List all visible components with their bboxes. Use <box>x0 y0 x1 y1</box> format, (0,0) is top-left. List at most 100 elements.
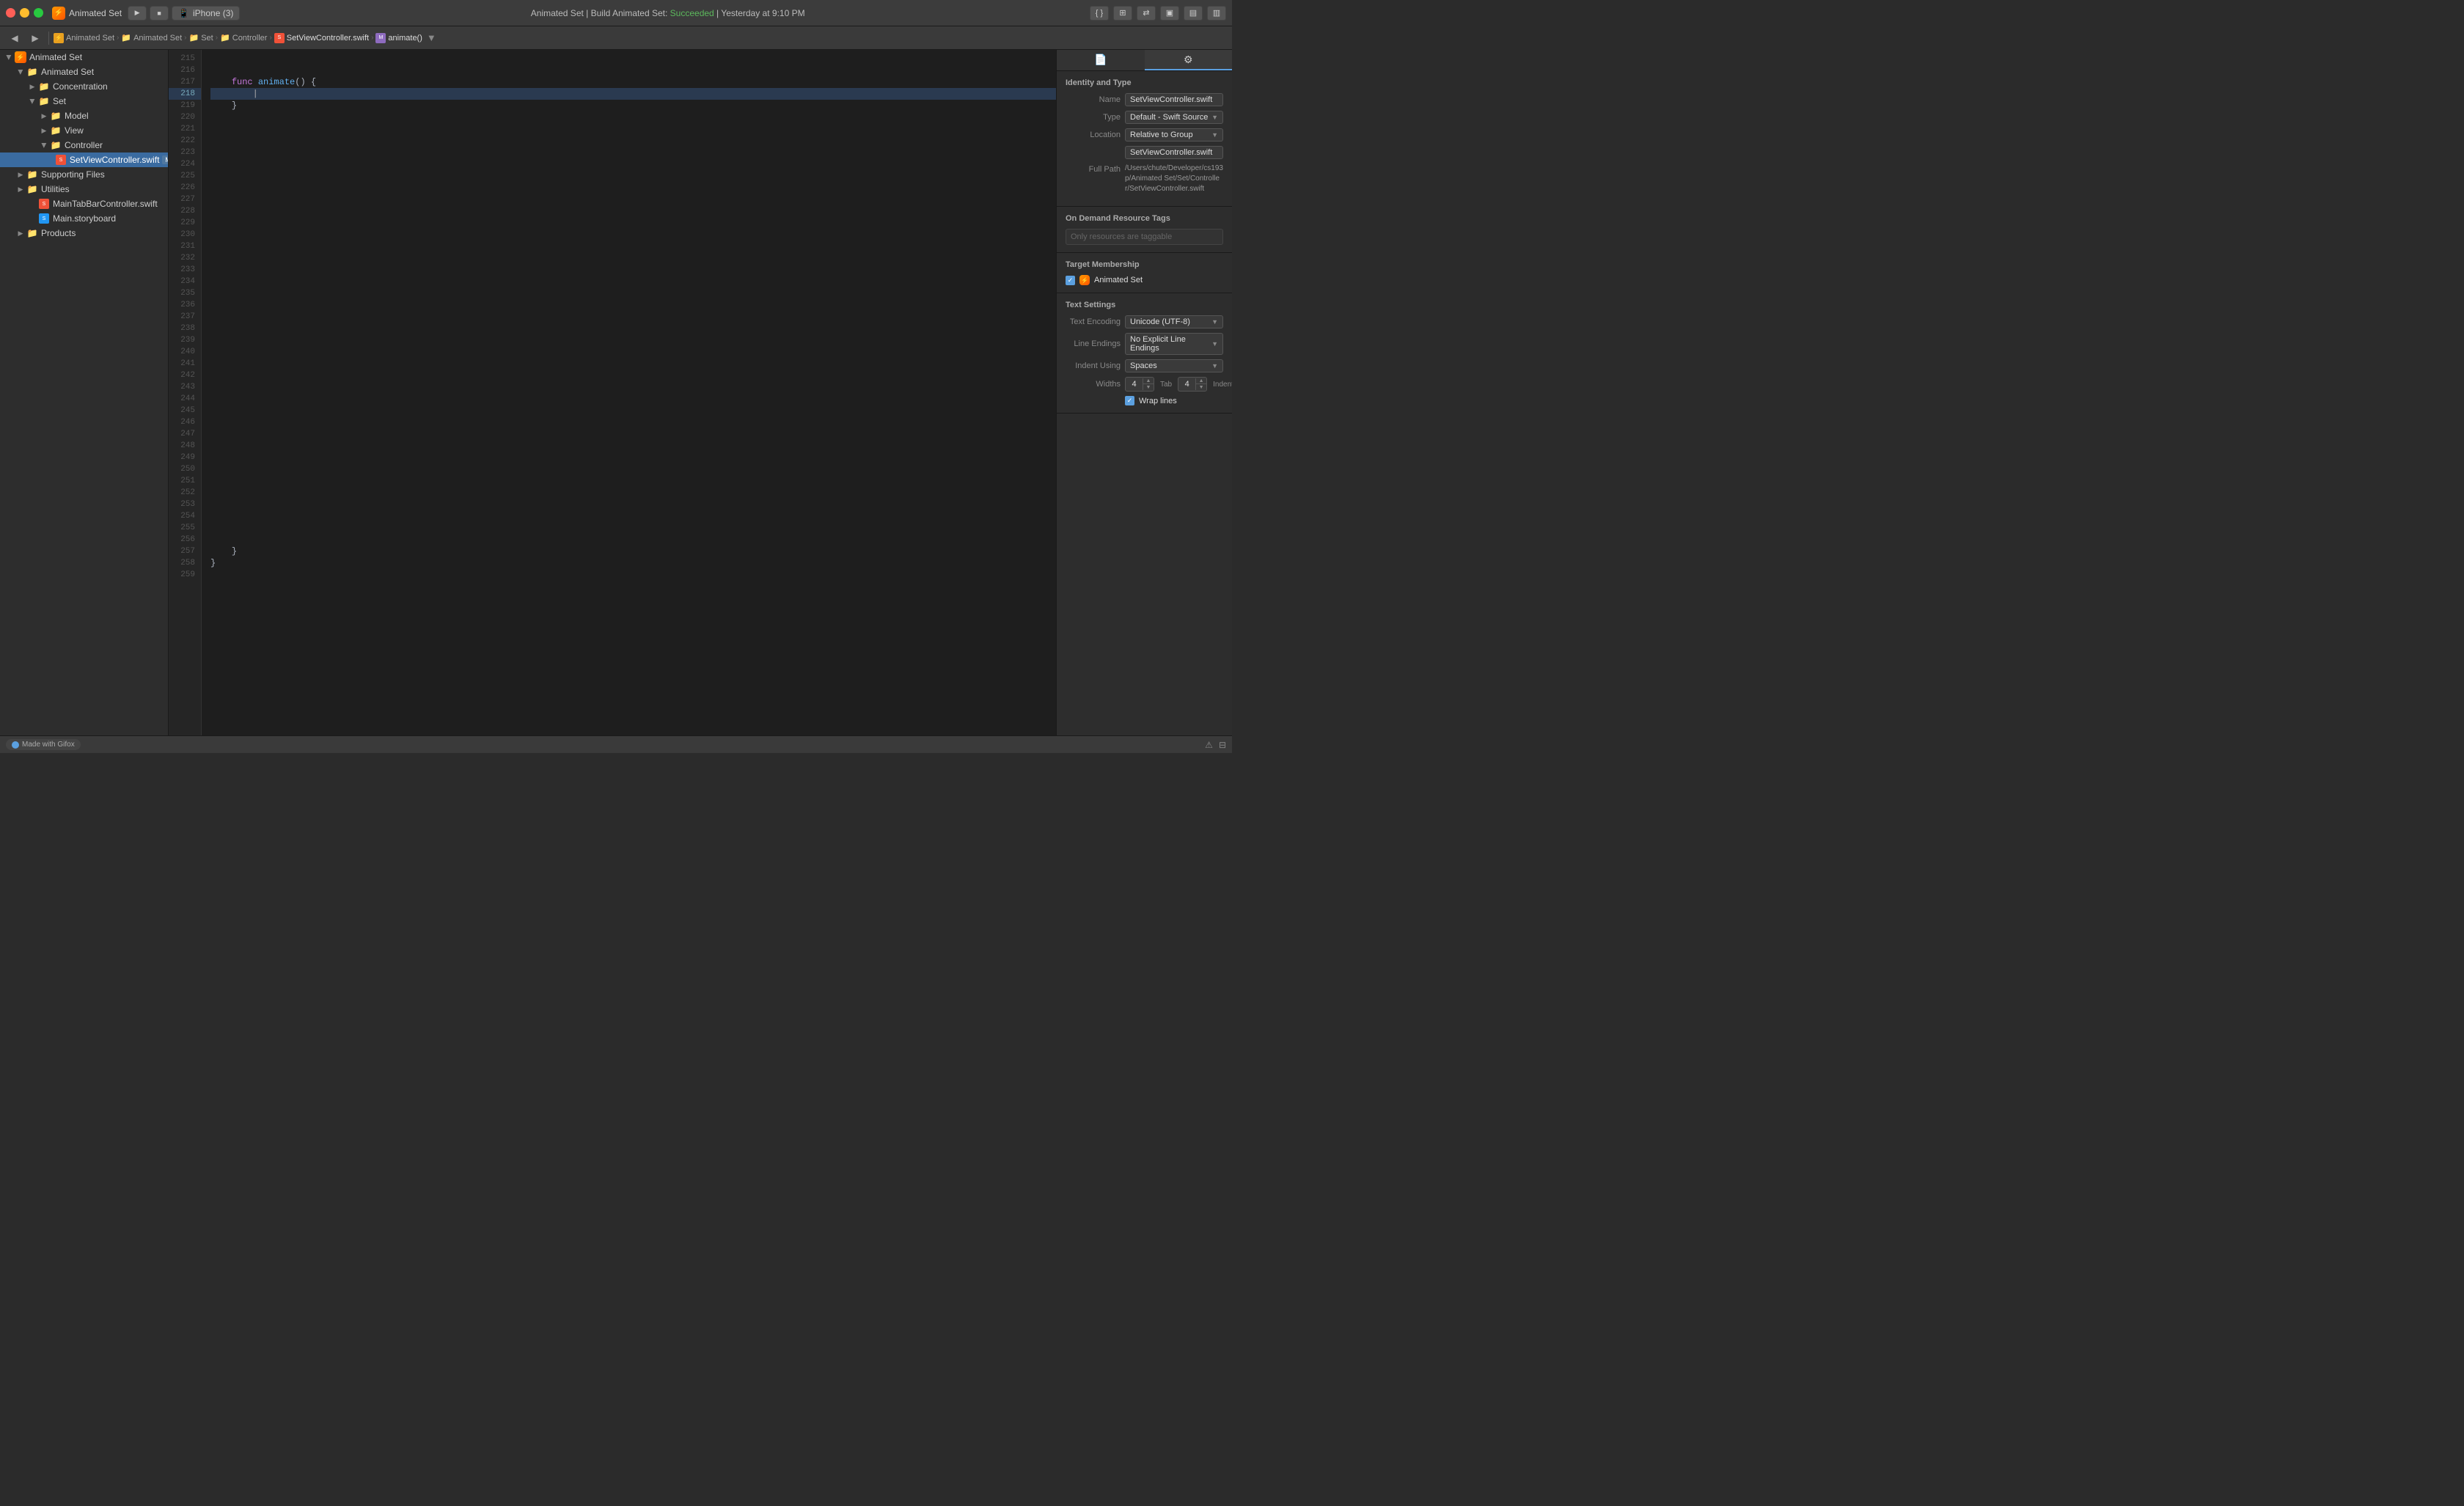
tab-stepper-down[interactable]: ▼ <box>1143 384 1154 391</box>
line-220: 220 <box>169 111 201 123</box>
code-line-247 <box>210 428 1056 440</box>
panel-left-btn[interactable]: ▣ <box>1160 6 1179 21</box>
sidebar-item-set[interactable]: ▶ 📁 Set <box>0 94 168 109</box>
app-title: ⚡ Animated Set <box>52 7 122 20</box>
insp-encoding-input[interactable]: Unicode (UTF-8) ▼ <box>1125 315 1223 328</box>
insp-tab-file[interactable]: 📄 <box>1057 50 1145 70</box>
insp-location-file-input[interactable]: SetViewController.swift <box>1125 146 1223 159</box>
maximize-button[interactable] <box>34 8 43 18</box>
sidebar-label-utilities: Utilities <box>41 184 70 194</box>
line-256: 256 <box>169 534 201 546</box>
bc-sep-5: › <box>371 34 373 42</box>
root-icon: ⚡ <box>15 51 26 63</box>
sidebar-item-mainstoryboard[interactable]: ▶ S Main.storyboard <box>0 211 168 226</box>
code-line-256 <box>210 534 1056 546</box>
membership-row: ✓ ⚡ Animated Set <box>1066 275 1223 285</box>
sidebar-label-root: Animated Set <box>29 52 82 62</box>
code-editor[interactable]: 215 216 217 218 219 220 221 222 223 224 … <box>169 50 1056 735</box>
status-issues-btn[interactable]: ⚠ <box>1205 740 1213 750</box>
wrap-lines-checkbox[interactable]: ✓ <box>1125 396 1134 405</box>
sidebar-item-products[interactable]: ▶ 📁 Products <box>0 226 168 240</box>
expand-arrow-products: ▶ <box>15 229 26 238</box>
sidebar-item-controller[interactable]: ▶ 📁 Controller <box>0 138 168 153</box>
bc-nav-arrow[interactable]: ▼ <box>425 31 439 45</box>
nav-prev-btn[interactable]: ◀ <box>6 30 23 46</box>
line-234: 234 <box>169 276 201 287</box>
sidebar-item-concentration[interactable]: ▶ 📁 Concentration <box>0 79 168 94</box>
code-line-228 <box>210 205 1056 217</box>
indent-stepper-down[interactable]: ▼ <box>1196 384 1206 391</box>
insp-indent-input[interactable]: Spaces ▼ <box>1125 359 1223 372</box>
insp-location-input[interactable]: Relative to Group ▼ <box>1125 128 1223 142</box>
wrap-lines-label: Wrap lines <box>1139 397 1177 405</box>
concentration-folder-icon: 📁 <box>38 81 50 92</box>
line-253: 253 <box>169 499 201 510</box>
bc-animated-set-1[interactable]: ⚡ Animated Set <box>54 33 114 43</box>
tab-stepper-up[interactable]: ▲ <box>1143 378 1154 384</box>
insp-tab-identity[interactable]: ⚙ <box>1145 50 1233 70</box>
expand-arrow-controller: ▶ <box>40 139 48 151</box>
nav-next-btn[interactable]: ▶ <box>26 30 44 46</box>
sidebar-item-maintabbar[interactable]: ▶ S MainTabBarController.swift <box>0 196 168 211</box>
insp-type-row: Type Default - Swift Source ▼ <box>1066 111 1223 124</box>
panel-bottom-btn[interactable]: ▥ <box>1207 6 1226 21</box>
sidebar-item-root[interactable]: ▶ ⚡ Animated Set <box>0 50 168 65</box>
indent-width-label: Indent <box>1213 381 1232 389</box>
status-filter-btn[interactable]: ⊟ <box>1219 740 1226 750</box>
line-232: 232 <box>169 252 201 264</box>
code-line-259 <box>210 569 1056 581</box>
sidebar-item-utilities[interactable]: ▶ 📁 Utilities <box>0 182 168 196</box>
sidebar-label-model: Model <box>65 111 89 121</box>
code-line-221 <box>210 123 1056 135</box>
code-review-btn[interactable]: { } <box>1090 6 1109 21</box>
sidebar-item-group[interactable]: ▶ 📁 Animated Set <box>0 65 168 79</box>
bc-set[interactable]: 📁 Set <box>188 33 213 43</box>
code-line-239 <box>210 334 1056 346</box>
close-button[interactable] <box>6 8 15 18</box>
indent-stepper-up[interactable]: ▲ <box>1196 378 1206 384</box>
line-222: 222 <box>169 135 201 147</box>
nav-back-btn[interactable]: ⇄ <box>1137 6 1156 21</box>
insp-location-file-row: SetViewController.swift <box>1066 146 1223 159</box>
status-bar-right: ⚠ ⊟ <box>1205 740 1226 750</box>
device-name: iPhone (3) <box>193 8 233 18</box>
membership-checkbox[interactable]: ✓ <box>1066 276 1075 285</box>
device-selector[interactable]: 📱 iPhone (3) <box>172 6 240 21</box>
insp-lineendings-label: Line Endings <box>1066 339 1121 348</box>
stop-button[interactable] <box>150 6 169 21</box>
bc-animated-set-2[interactable]: 📁 Animated Set <box>121 33 182 43</box>
insp-name-label: Name <box>1066 95 1121 104</box>
gifx-badge: Made with Gifox <box>6 739 81 750</box>
insp-type-input[interactable]: Default - Swift Source ▼ <box>1125 111 1223 124</box>
insp-lineendings-input[interactable]: No Explicit Line Endings ▼ <box>1125 333 1223 355</box>
code-line-236 <box>210 299 1056 311</box>
setvc-swift-icon: S <box>55 154 67 166</box>
code-line-249 <box>210 452 1056 463</box>
sidebar-item-setviewcontroller[interactable]: ▶ S SetViewController.swift M <box>0 153 168 167</box>
bc-func[interactable]: M animate() <box>375 33 422 43</box>
panel-right-btn[interactable]: ▤ <box>1184 6 1203 21</box>
line-258: 258 <box>169 557 201 569</box>
insp-name-input[interactable]: SetViewController.swift <box>1125 93 1223 106</box>
sidebar-item-model[interactable]: ▶ 📁 Model <box>0 109 168 123</box>
identity-section-title: Identity and Type <box>1066 78 1223 87</box>
indent-width-stepper[interactable]: 4 ▲ ▼ <box>1178 377 1207 392</box>
code-line-242 <box>210 370 1056 381</box>
code-lines[interactable]: func animate() { } <box>202 50 1056 735</box>
bc-controller[interactable]: 📁 Controller <box>220 33 267 43</box>
ondemand-placeholder: Only resources are taggable <box>1066 229 1223 245</box>
sidebar-item-supporting[interactable]: ▶ 📁 Supporting Files <box>0 167 168 182</box>
code-line-218 <box>210 88 1056 100</box>
bc-swift-file[interactable]: S SetViewController.swift <box>274 33 369 43</box>
sidebar-item-view[interactable]: ▶ 📁 View <box>0 123 168 138</box>
tab-width-stepper[interactable]: 4 ▲ ▼ <box>1125 377 1154 392</box>
line-225: 225 <box>169 170 201 182</box>
insp-type-label: Type <box>1066 113 1121 122</box>
minimize-button[interactable] <box>20 8 29 18</box>
code-line-243 <box>210 381 1056 393</box>
play-button[interactable] <box>128 6 147 21</box>
expand-arrow-concentration: ▶ <box>26 83 38 91</box>
layout-btn[interactable]: ⊞ <box>1113 6 1132 21</box>
gifx-label: Made with Gifox <box>22 741 75 749</box>
code-line-238 <box>210 323 1056 334</box>
